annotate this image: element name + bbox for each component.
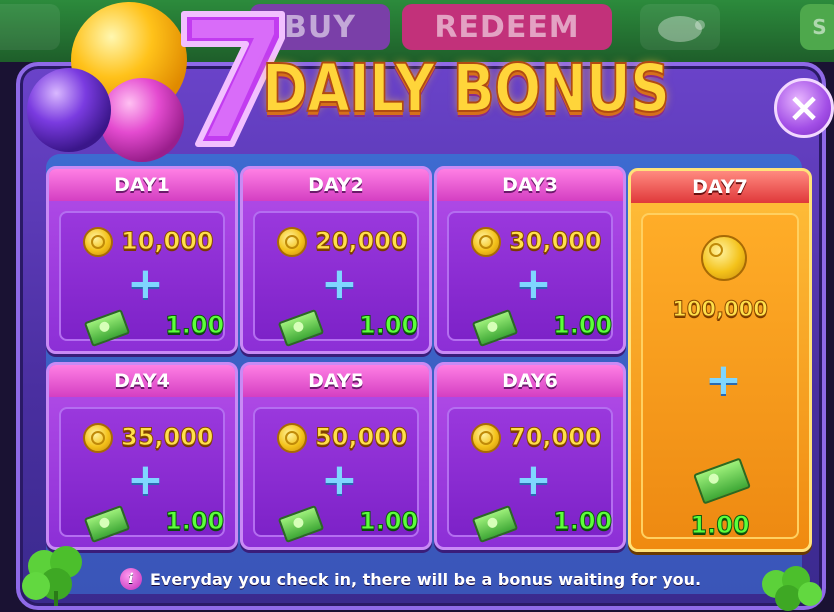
cash-icon [471,308,519,348]
top-right-button[interactable]: S [800,4,834,50]
coin-icon [83,227,113,257]
reward-box: 50,000 + 1.00 [253,407,419,544]
cash-icon [277,308,325,348]
cash-amount: 1.00 [552,507,613,536]
coin-icon [471,423,501,453]
day-label: DAY3 [437,169,623,201]
plus-icon: + [321,258,358,309]
coin-amount: 35,000 [121,423,215,452]
coin-amount: 50,000 [315,423,409,452]
reward-box: 10,000 + 1.00 [59,211,225,348]
clover-icon [762,566,822,611]
cash-amount: 1.00 [552,311,613,340]
cash-icon [471,504,519,544]
cash-amount: 1.00 [164,507,225,536]
close-button[interactable]: × [774,78,834,138]
coin-icon [701,235,747,281]
reward-box: 20,000 + 1.00 [253,211,419,348]
cash-amount: 1.00 [358,311,419,340]
day-card-1[interactable]: DAY1 10,000 + 1.00 [46,166,238,354]
cash-icon [277,504,325,544]
close-icon: × [787,85,821,131]
day-label: DAY6 [437,365,623,397]
day-card-6[interactable]: DAY6 70,000 + 1.00 [434,362,626,550]
dialog-title: DAILY BONUS [261,49,671,128]
plus-icon: + [127,258,164,309]
piggy-bank-icon [658,16,705,42]
coin-amount: 100,000 [672,297,769,322]
day-card-3[interactable]: DAY3 30,000 + 1.00 [434,166,626,354]
cash-icon [83,308,131,348]
reward-box: 100,000 + 1.00 [641,213,799,540]
coin-amount: 20,000 [315,227,409,256]
plus-icon: + [705,354,742,405]
day-label: DAY4 [49,365,235,397]
cash-amount: 1.00 [164,311,225,340]
reward-box: 35,000 + 1.00 [59,407,225,544]
day-label: DAY1 [49,169,235,201]
reward-box: 30,000 + 1.00 [447,211,613,348]
cash-icon [693,457,751,505]
day-card-7[interactable]: DAY7 100,000 + 1.00 [628,168,812,552]
cash-amount: 1.00 [358,507,419,536]
footer-note: i Everyday you check in, there will be a… [120,566,701,592]
coin-icon [471,227,501,257]
reward-box: 70,000 + 1.00 [447,407,613,544]
plus-icon: + [127,454,164,505]
plus-icon: + [321,454,358,505]
footer-text: Everyday you check in, there will be a b… [150,569,702,589]
coin-amount: 10,000 [121,227,215,256]
balloon-icon [27,2,187,162]
day-card-4[interactable]: DAY4 35,000 + 1.00 [46,362,238,550]
plus-icon: + [515,454,552,505]
day-label: DAY7 [631,171,809,203]
cash-amount: 1.00 [690,511,750,540]
coin-icon [277,423,307,453]
clover-icon [22,546,82,606]
day-label: DAY2 [243,169,429,201]
day-label: DAY5 [243,365,429,397]
coin-amount: 30,000 [509,227,603,256]
plus-icon: + [515,258,552,309]
coin-icon [277,227,307,257]
coin-amount: 70,000 [509,423,603,452]
day-card-2[interactable]: DAY2 20,000 + 1.00 [240,166,432,354]
day-card-5[interactable]: DAY5 50,000 + 1.00 [240,362,432,550]
coin-icon [83,423,113,453]
info-icon: i [120,568,142,590]
